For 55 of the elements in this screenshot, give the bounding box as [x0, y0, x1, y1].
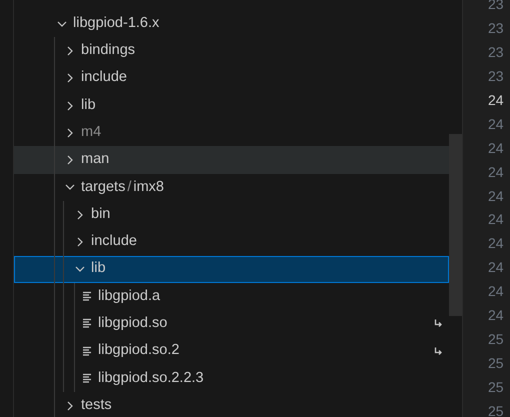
file-row[interactable]: libgpiod.so: [14, 310, 449, 338]
line-number: 24: [487, 306, 505, 326]
folder-row[interactable]: targets/imx8: [14, 174, 449, 202]
folder-row[interactable]: man: [14, 146, 449, 174]
line-number: 23: [487, 19, 505, 38]
folder-name: man: [81, 150, 110, 170]
file-row[interactable]: libgpiod.so.2: [14, 338, 449, 365]
folder-name: imx8: [133, 178, 164, 197]
folder-name: targets: [81, 178, 126, 197]
folder-name: m4: [81, 122, 102, 142]
line-number: 23: [487, 67, 505, 86]
line-number: 24: [487, 138, 505, 158]
file-row[interactable]: libgpiod.a: [14, 282, 449, 310]
folder-name: include: [81, 68, 127, 88]
line-number: 23: [487, 0, 505, 14]
folder-row[interactable]: include: [14, 64, 449, 92]
folder-row[interactable]: lib: [14, 256, 449, 283]
folder-name: bin: [91, 204, 110, 224]
folder-row[interactable]: lib: [14, 92, 449, 120]
text-file-icon: [82, 346, 93, 357]
line-number: 24: [487, 162, 505, 182]
folder-row[interactable]: include: [14, 228, 449, 256]
line-number: 25: [487, 378, 505, 397]
line-number: 25: [487, 330, 505, 349]
folder-name: bindings: [81, 41, 136, 60]
folder-row[interactable]: libgpiod-1.6.x: [14, 10, 449, 38]
line-number: 24: [487, 282, 505, 302]
line-number: 23: [487, 43, 505, 62]
line-number: 24: [487, 114, 505, 134]
line-number: 25: [487, 354, 505, 373]
folder-row[interactable]: m4: [14, 119, 449, 146]
path-separator: /: [127, 178, 132, 197]
folder-name: lib: [81, 96, 96, 115]
line-number: 24: [487, 186, 505, 206]
scrollbar-thumb[interactable]: [449, 134, 462, 316]
folder-name: lib: [91, 259, 106, 278]
text-file-icon: [82, 318, 93, 330]
folder-name: libgpiod.so.2.2.3: [98, 368, 204, 388]
line-number: 24: [487, 234, 505, 254]
folder-name: include: [91, 232, 137, 252]
folder-name: libgpiod.so.2: [98, 341, 180, 360]
folder-row[interactable]: bin: [14, 201, 449, 228]
folder-name: libgpiod.so: [98, 314, 168, 334]
folder-row[interactable]: bindings: [14, 37, 449, 65]
folder-name: tests: [81, 396, 112, 415]
folder-row[interactable]: tests: [14, 392, 449, 417]
text-file-icon: [82, 291, 93, 302]
line-number: 25: [487, 402, 505, 417]
line-number: 24: [487, 258, 505, 278]
folder-name: libgpiod.a: [98, 286, 160, 306]
folder-name: libgpiod-1.6.x: [73, 14, 160, 33]
line-number: 24: [487, 210, 505, 230]
file-row[interactable]: libgpiod.so.2.2.3: [14, 364, 449, 392]
text-file-icon: [82, 373, 93, 384]
line-number: 24: [487, 91, 505, 110]
